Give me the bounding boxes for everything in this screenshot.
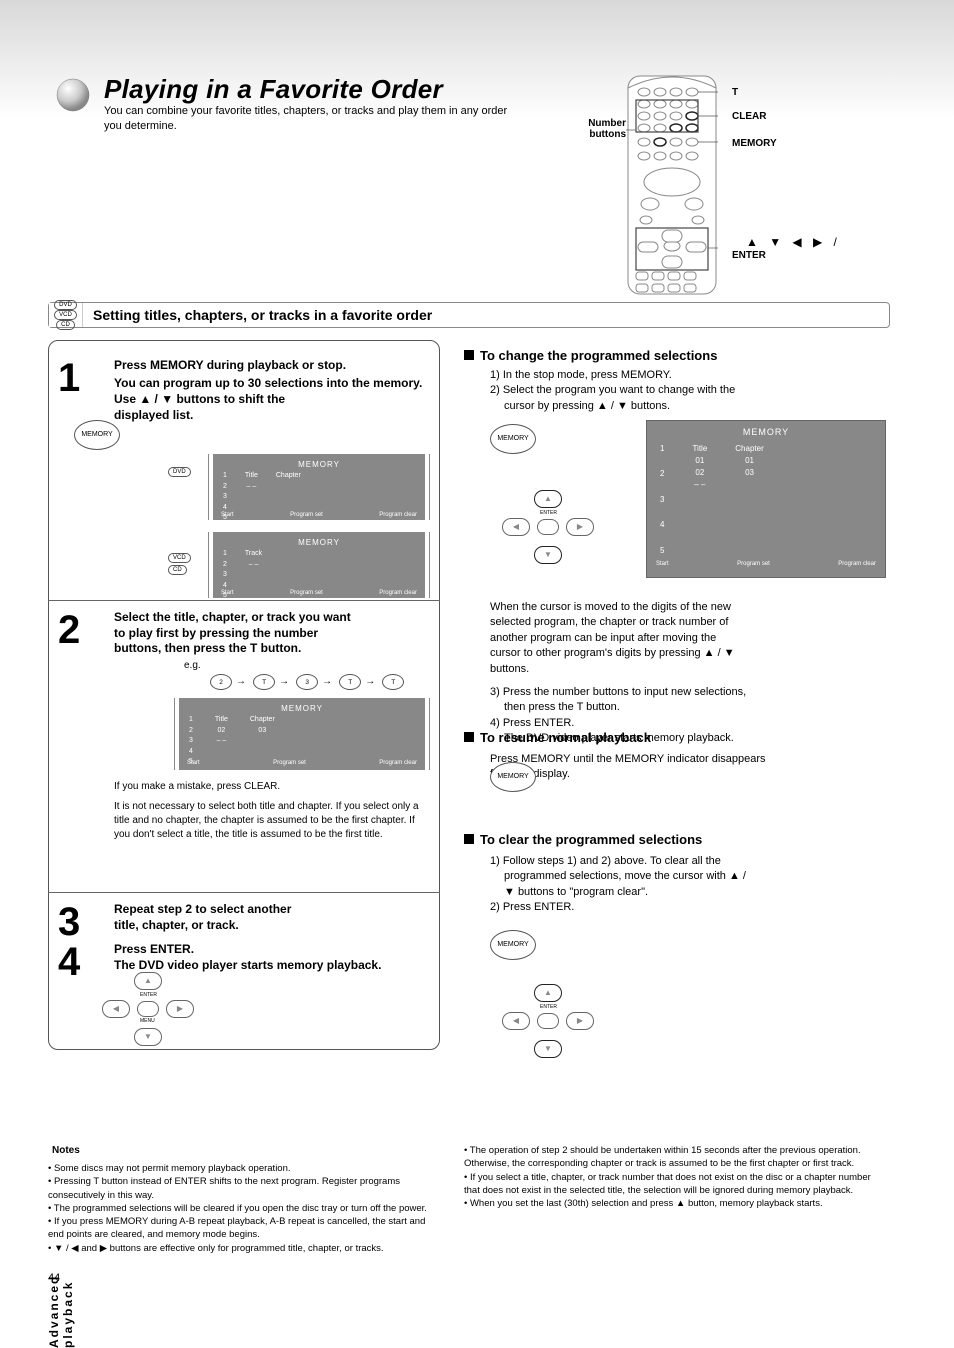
- memory-button[interactable]: MEMORY: [74, 420, 120, 450]
- page-title: Playing in a Favorite Order: [104, 74, 443, 105]
- change-selections-body2: When the cursor is moved to the digits o…: [490, 600, 888, 747]
- dpad-r1: ▲ ▼ ◀ ▶ ENTER: [498, 490, 598, 564]
- section-bar: DVD VCD CD Setting titles, chapters, or …: [48, 302, 890, 328]
- remote-label-enter: ENTER: [732, 250, 766, 261]
- page-number: 44: [48, 1272, 60, 1284]
- remote-arrows: ▲ ▼ ◀ ▶ /: [746, 235, 841, 249]
- screen-change: MEMORY 12345 Title0102– – Chapter0103 St…: [646, 420, 886, 578]
- dpad-r2: ▲ ▼ ◀ ▶ ENTER: [498, 984, 598, 1058]
- page-subtitle: You can combine your favorite titles, ch…: [104, 104, 524, 134]
- remote-label-t: T: [732, 87, 738, 98]
- screen-cd: MEMORY 12345 Track– – StartProgram setPr…: [213, 532, 425, 598]
- remote-illustration: [626, 70, 718, 296]
- notes-right: • The operation of step 2 should be unde…: [464, 1144, 888, 1210]
- change-selections-body: 1) In the stop mode, press MEMORY. 2) Se…: [490, 368, 888, 414]
- clear-head: To clear the programmed selections: [464, 832, 702, 847]
- step1-number: 1: [58, 356, 80, 401]
- step2-text: Select the title, chapter, or track you …: [114, 610, 428, 657]
- step1-body: Press MEMORY during playback or stop. Yo…: [114, 358, 424, 423]
- eg-label: e.g.: [184, 660, 201, 671]
- dvd-tag: DVD: [168, 466, 191, 478]
- button-sequence: 2→ T→ 3→ T→ T: [210, 674, 404, 690]
- screen-step2: MEMORY 12345 Title02– – Chapter03 StartP…: [179, 698, 425, 770]
- step3-number: 3: [58, 900, 80, 945]
- step3-text: Repeat step 2 to select another title, c…: [114, 902, 414, 933]
- step4-number: 4: [58, 940, 80, 985]
- step2-number: 2: [58, 608, 80, 653]
- remote-label-memory: MEMORY: [732, 138, 777, 149]
- resume-body: Press MEMORY until the MEMORY indicator …: [490, 752, 888, 783]
- section-title: Setting titles, chapters, or tracks in a…: [83, 307, 432, 323]
- memory-button-r1[interactable]: MEMORY: [490, 424, 536, 454]
- memory-button-r2[interactable]: MEMORY: [490, 762, 536, 792]
- screen-dvd: MEMORY 12345 Title– – Chapter StartProgr…: [213, 454, 425, 520]
- vcd-cd-tag: VCD CD: [168, 552, 191, 576]
- sphere-icon: [56, 78, 90, 112]
- remote-label-number: Number buttons: [570, 118, 626, 140]
- step2-notes: If you make a mistake, press CLEAR. It i…: [114, 780, 428, 842]
- clear-body: 1) Follow steps 1) and 2) above. To clea…: [490, 854, 888, 916]
- change-selections-head: To change the programmed selections: [464, 348, 717, 363]
- notes-left: Notes • Some discs may not permit memory…: [48, 1144, 440, 1255]
- memory-button-r3[interactable]: MEMORY: [490, 930, 536, 960]
- step4-text: Press ENTER. The DVD video player starts…: [114, 942, 414, 973]
- disc-icons: DVD VCD CD: [49, 303, 83, 327]
- resume-head: To resume normal playback: [464, 730, 651, 745]
- dpad: ▲ ▼ ◀ ▶ ENTER MENU: [98, 972, 198, 1046]
- remote-label-clear: CLEAR: [732, 111, 766, 122]
